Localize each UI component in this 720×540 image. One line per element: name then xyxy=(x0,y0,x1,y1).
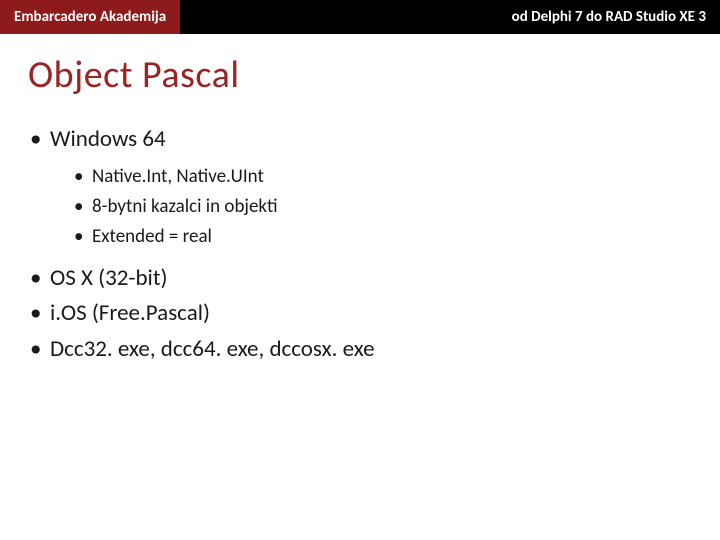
sub-bullet-item: Extended = real xyxy=(50,222,692,252)
slide-content: Object Pascal Windows 64 Native.Int, Nat… xyxy=(0,34,720,368)
bullet-item: i.OS (Free.Pascal) xyxy=(28,296,692,332)
header-bar: Embarcadero Akademija od Delphi 7 do RAD… xyxy=(0,0,720,34)
sub-bullet-item: 8-bytni kazalci in objekti xyxy=(50,192,692,222)
bullet-item: Dcc32. exe, dcc64. exe, dccosx. exe xyxy=(28,332,692,368)
header-spacer xyxy=(180,0,498,34)
bullet-item: OS X (32-bit) xyxy=(28,261,692,297)
bullet-item: Windows 64 Native.Int, Native.UInt 8-byt… xyxy=(28,122,692,253)
bullet-text: Windows 64 xyxy=(50,125,166,153)
bullet-text: OS X (32-bit) xyxy=(50,264,168,292)
sub-bullet-text: Native.Int, Native.UInt xyxy=(92,165,264,188)
sub-bullet-text: Extended = real xyxy=(92,225,212,248)
sub-bullet-item: Native.Int, Native.UInt xyxy=(50,162,692,192)
header-left-text: Embarcadero Akademija xyxy=(14,8,166,26)
sub-bullet-text: 8-bytni kazalci in objekti xyxy=(92,195,278,218)
bullet-text: Dcc32. exe, dcc64. exe, dccosx. exe xyxy=(50,335,375,363)
bullet-list: Windows 64 Native.Int, Native.UInt 8-byt… xyxy=(28,122,692,368)
bullet-text: i.OS (Free.Pascal) xyxy=(50,299,210,327)
sub-bullet-list: Native.Int, Native.UInt 8-bytni kazalci … xyxy=(50,162,692,253)
header-right-text: od Delphi 7 do RAD Studio XE 3 xyxy=(512,8,706,26)
header-right: od Delphi 7 do RAD Studio XE 3 xyxy=(498,0,720,34)
slide-title: Object Pascal xyxy=(28,52,692,98)
header-left-badge: Embarcadero Akademija xyxy=(0,0,180,34)
